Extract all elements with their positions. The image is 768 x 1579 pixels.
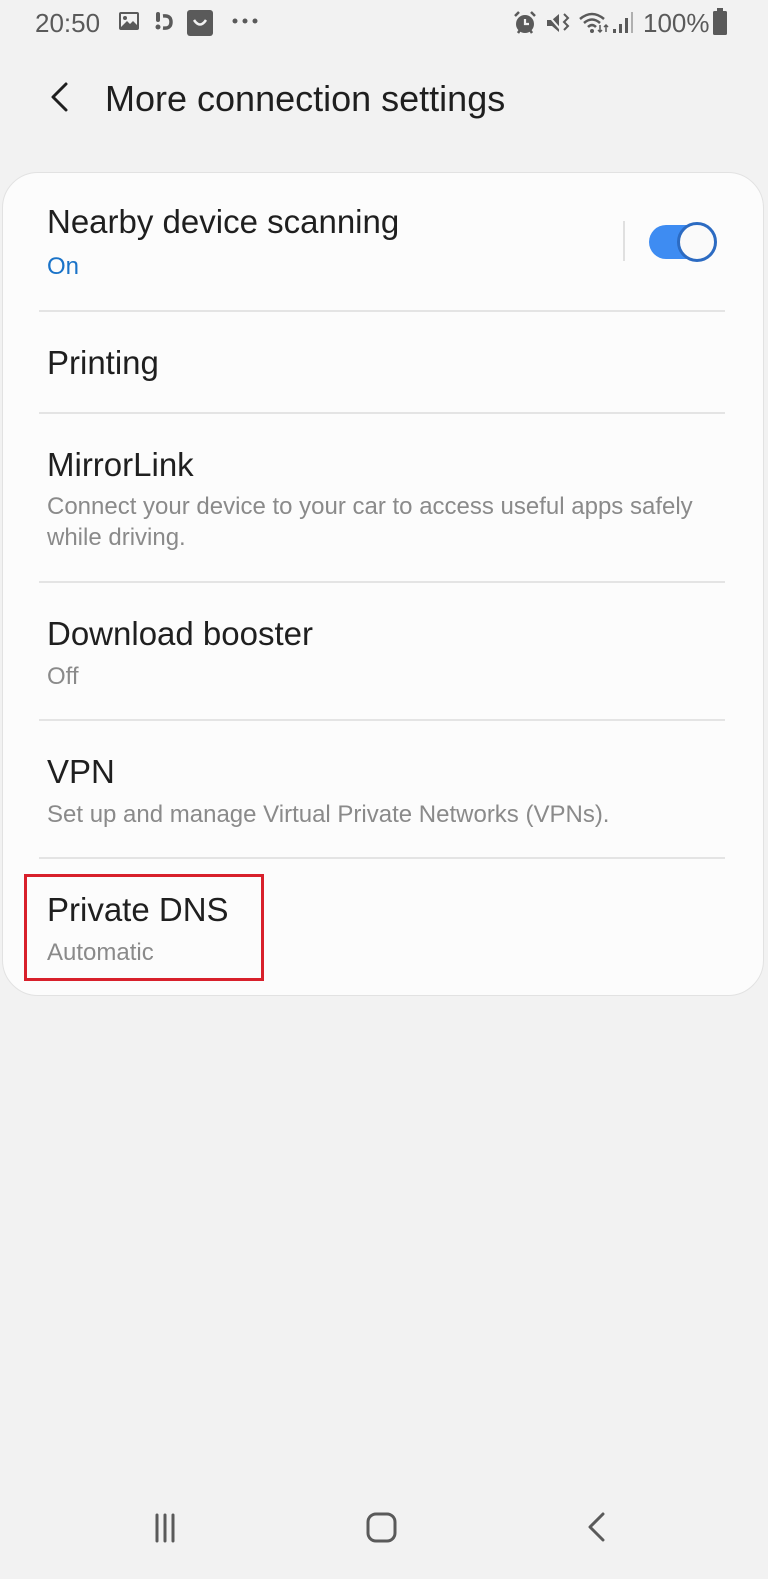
missed-call-icon bbox=[155, 12, 173, 30]
navigation-bar bbox=[0, 1480, 768, 1579]
shop-bag-icon bbox=[187, 10, 213, 36]
back-icon bbox=[588, 1512, 605, 1542]
status-time: 20:50 bbox=[35, 8, 101, 38]
setting-title: VPN bbox=[47, 753, 115, 790]
signal-icon bbox=[613, 12, 633, 33]
back-chevron-icon bbox=[51, 82, 68, 112]
setting-vpn[interactable]: VPN Set up and manage Virtual Private Ne… bbox=[3, 721, 763, 858]
setting-status: On bbox=[47, 253, 80, 280]
setting-title: MirrorLink bbox=[47, 446, 194, 483]
page-title: More connection settings bbox=[105, 78, 506, 119]
setting-title: Download booster bbox=[47, 615, 313, 652]
setting-mirrorlink[interactable]: MirrorLink Connect your device to your c… bbox=[3, 414, 763, 582]
gallery-icon bbox=[119, 12, 139, 30]
nearby-scanning-toggle[interactable] bbox=[649, 222, 717, 262]
toggle-knob bbox=[677, 222, 717, 262]
header: More connection settings bbox=[0, 60, 768, 140]
recents-button[interactable] bbox=[145, 1506, 195, 1546]
home-button[interactable] bbox=[360, 1506, 410, 1546]
alarm-icon bbox=[514, 11, 536, 34]
vibrate-mute-icon bbox=[546, 13, 570, 32]
setting-title: Printing bbox=[47, 344, 159, 381]
setting-description: Set up and manage Virtual Private Networ… bbox=[47, 801, 610, 828]
setting-title: Nearby device scanning bbox=[47, 203, 400, 240]
setting-printing[interactable]: Printing bbox=[3, 312, 763, 412]
divider-vertical bbox=[623, 221, 625, 261]
wifi-icon bbox=[579, 12, 609, 34]
home-icon bbox=[366, 1512, 397, 1543]
nav-back-button[interactable] bbox=[578, 1506, 628, 1546]
back-button[interactable] bbox=[40, 78, 80, 118]
setting-nearby-device-scanning[interactable]: Nearby device scanning On bbox=[3, 173, 763, 311]
more-dots-icon bbox=[232, 18, 258, 24]
status-bar: 20:50 100% bbox=[0, 0, 768, 46]
setting-status: Automatic bbox=[47, 939, 154, 966]
settings-card: Nearby device scanning On Printing Mirro… bbox=[2, 172, 764, 996]
setting-download-booster[interactable]: Download booster Off bbox=[3, 583, 763, 720]
setting-status: Off bbox=[47, 663, 79, 690]
recents-icon bbox=[155, 1513, 175, 1543]
setting-title: Private DNS bbox=[47, 891, 229, 928]
battery-icon bbox=[713, 8, 727, 35]
setting-private-dns[interactable]: Private DNS Automatic bbox=[3, 859, 763, 995]
setting-description: Connect your device to your car to acces… bbox=[47, 493, 693, 551]
battery-percent: 100% bbox=[643, 8, 710, 38]
